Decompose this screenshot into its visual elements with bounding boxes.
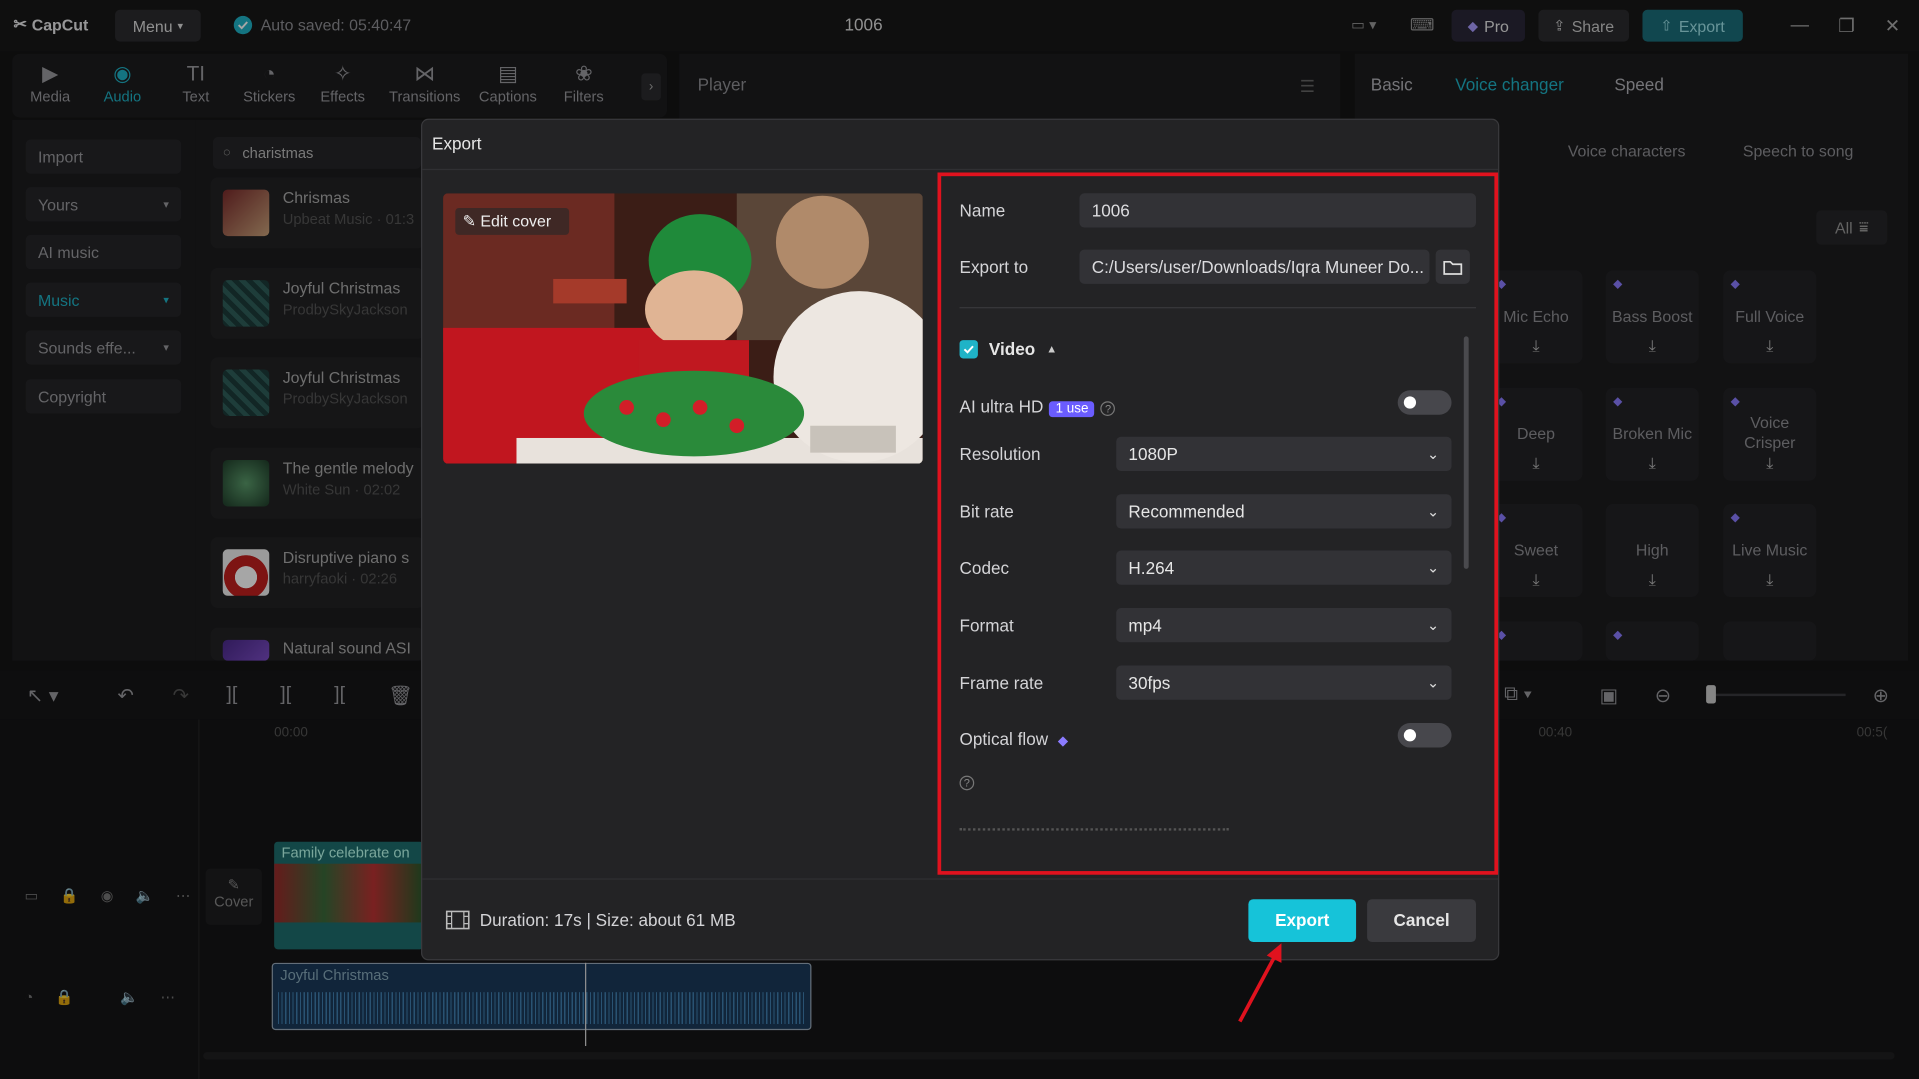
cancel-button[interactable]: Cancel (1367, 899, 1477, 943)
edit-cover-label: Edit cover (480, 211, 552, 230)
dialog-title: Export (432, 133, 482, 153)
duration-size-text: Duration: 17s | Size: about 61 MB (479, 910, 736, 930)
film-icon (445, 910, 470, 930)
divider (422, 168, 1499, 171)
highlight-box (937, 172, 1499, 875)
edit-cover-button[interactable]: ✎ Edit cover (455, 207, 570, 235)
divider (422, 878, 1499, 880)
export-info: Duration: 17s | Size: about 61 MB (445, 910, 736, 930)
pencil-icon: ✎ (462, 211, 481, 230)
red-arrow-annotation (1238, 943, 1282, 1023)
capcut-window: ✂ CapCut Menu ▾ Auto saved: 05:40:47 100… (0, 0, 1919, 1079)
